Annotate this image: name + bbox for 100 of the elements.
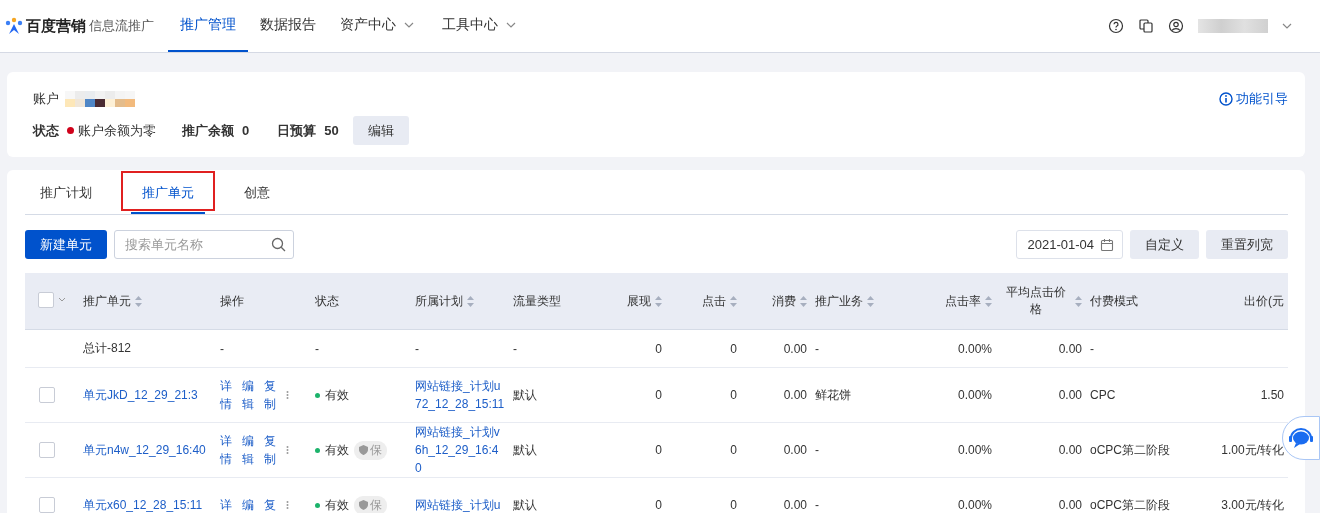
table-cell: 0.00 [783,388,807,402]
tab[interactable]: 推广计划 [29,170,103,214]
row-checkbox[interactable] [39,442,55,458]
table-cell: 0.00 [1058,443,1082,457]
column-header[interactable]: 展现 [627,292,662,310]
table-cell: 0 [655,341,662,356]
caret-icon[interactable] [1282,23,1292,29]
tab[interactable]: 创意 [233,170,281,214]
table-cell: 1.50 [1260,388,1284,402]
table-cell: 0.00 [783,498,807,512]
sort-icon[interactable] [867,295,874,307]
table-cell: - [815,498,819,512]
caret-icon [506,22,516,28]
status-text: 有效 [325,496,349,513]
more-icon[interactable] [286,445,289,455]
table-cell: 默认 [513,497,537,512]
search-field[interactable]: 搜索单元名称 [114,230,294,259]
table-cell: 0.00 [783,443,807,457]
unit-name-link[interactable]: 单元x60_12_28_15:11 [83,497,203,512]
action-link[interactable]: 复制 [264,377,277,413]
action-link[interactable]: 编 [242,496,255,513]
nav-item[interactable]: 数据报告 [248,0,328,52]
sort-icon[interactable] [730,295,737,307]
column-header[interactable]: 推广业务 [815,292,874,310]
more-icon[interactable] [286,390,289,400]
table-cell: 0.00% [957,341,992,356]
column-header[interactable]: 所属计划 [415,292,474,310]
status-label: 状态 [33,121,59,140]
logo-icon [5,17,23,35]
column-header: 付费模式 [1090,292,1138,310]
table-cell: 默认 [513,442,537,457]
caret-icon [404,22,414,28]
select-all-checkbox[interactable] [38,291,54,308]
unit-name-link[interactable]: 单元JkD_12_29_21:3 [83,387,198,402]
table-cell: - [1090,341,1094,356]
unit-name-link[interactable]: 单元n4w_12_29_16:40 [83,442,206,457]
column-header[interactable]: 点击率 [945,292,992,310]
nav-item[interactable]: 资产中心 [328,0,426,52]
column-header[interactable]: 推广单元 [83,292,142,310]
help-icon[interactable] [1108,18,1124,34]
tab[interactable]: 推广单元 [131,170,205,214]
edit-button[interactable]: 编辑 [352,116,409,145]
column-header: 状态 [315,292,339,310]
column-header[interactable]: 消费 [772,292,807,310]
new-unit-button[interactable]: 新建单元 [25,230,107,259]
table-cell: - [513,341,517,356]
reset-width-button[interactable]: 重置列宽 [1206,230,1288,259]
budget-value: 50 [324,123,339,138]
action-link[interactable]: 复 [264,496,277,513]
table-cell: 0 [730,498,737,512]
table-cell: 0.00 [1058,388,1082,402]
action-link[interactable]: 编辑 [242,377,255,413]
action-link[interactable]: 详情 [220,377,233,413]
budget-label: 日预算 [277,121,317,140]
sort-icon[interactable] [135,295,142,307]
column-header: 操作 [220,292,244,310]
action-link[interactable]: 详情 [220,432,233,468]
sort-icon[interactable] [655,295,662,307]
calendar-icon [1100,237,1114,252]
sort-icon[interactable] [467,295,474,307]
product-name: 信息流推广 [89,17,154,35]
caret-icon[interactable] [58,297,66,302]
row-checkbox[interactable] [39,497,55,513]
customize-button[interactable]: 自定义 [1130,230,1199,259]
column-header[interactable]: 点击 [702,292,737,310]
user-icon[interactable] [1168,18,1184,34]
table-cell: 0.00 [1058,498,1082,512]
more-icon[interactable] [286,500,289,510]
sort-icon[interactable] [985,295,992,307]
table-cell: 0.00% [957,443,992,457]
plan-link[interactable]: 网站链接_计划v6h_12_29_16:40 [415,423,505,477]
account-label: 账户 [33,90,59,108]
table-cell: 0.00% [957,388,992,402]
action-link[interactable]: 详 [220,496,233,513]
table-cell: 0 [655,388,662,402]
column-header: 流量类型 [513,292,561,310]
sort-icon[interactable] [800,295,807,307]
table-cell: 总计-812 [83,341,132,355]
row-checkbox[interactable] [39,387,55,403]
balance-value: 0 [242,123,250,138]
table-cell: 3.00元/转化 [1221,497,1284,512]
nav-item[interactable]: 工具中心 [430,0,528,52]
balance-label: 推广余额 [182,121,234,140]
action-link[interactable]: 复制 [264,432,277,468]
table-cell: 鲜花饼 [815,387,851,402]
info-icon [1219,92,1233,106]
table-cell: CPC [1090,388,1116,402]
table-cell: 0 [655,443,662,457]
plan-link[interactable]: 网站链接_计划u [415,496,505,513]
nav-item[interactable]: 推广管理 [168,0,248,52]
table-cell: - [315,341,319,356]
plan-link[interactable]: 网站链接_计划u72_12_28_15:11 [415,377,505,413]
sort-icon[interactable] [1075,295,1082,307]
copy-icon[interactable] [1138,18,1154,34]
guide-link[interactable]: 功能引导 [1219,90,1288,108]
headset-chat-icon [1288,426,1314,450]
search-icon[interactable] [271,237,286,252]
date-picker[interactable]: 2021-01-04 [1015,230,1123,259]
action-link[interactable]: 编辑 [242,432,255,468]
table-cell: 0.00% [957,498,992,512]
